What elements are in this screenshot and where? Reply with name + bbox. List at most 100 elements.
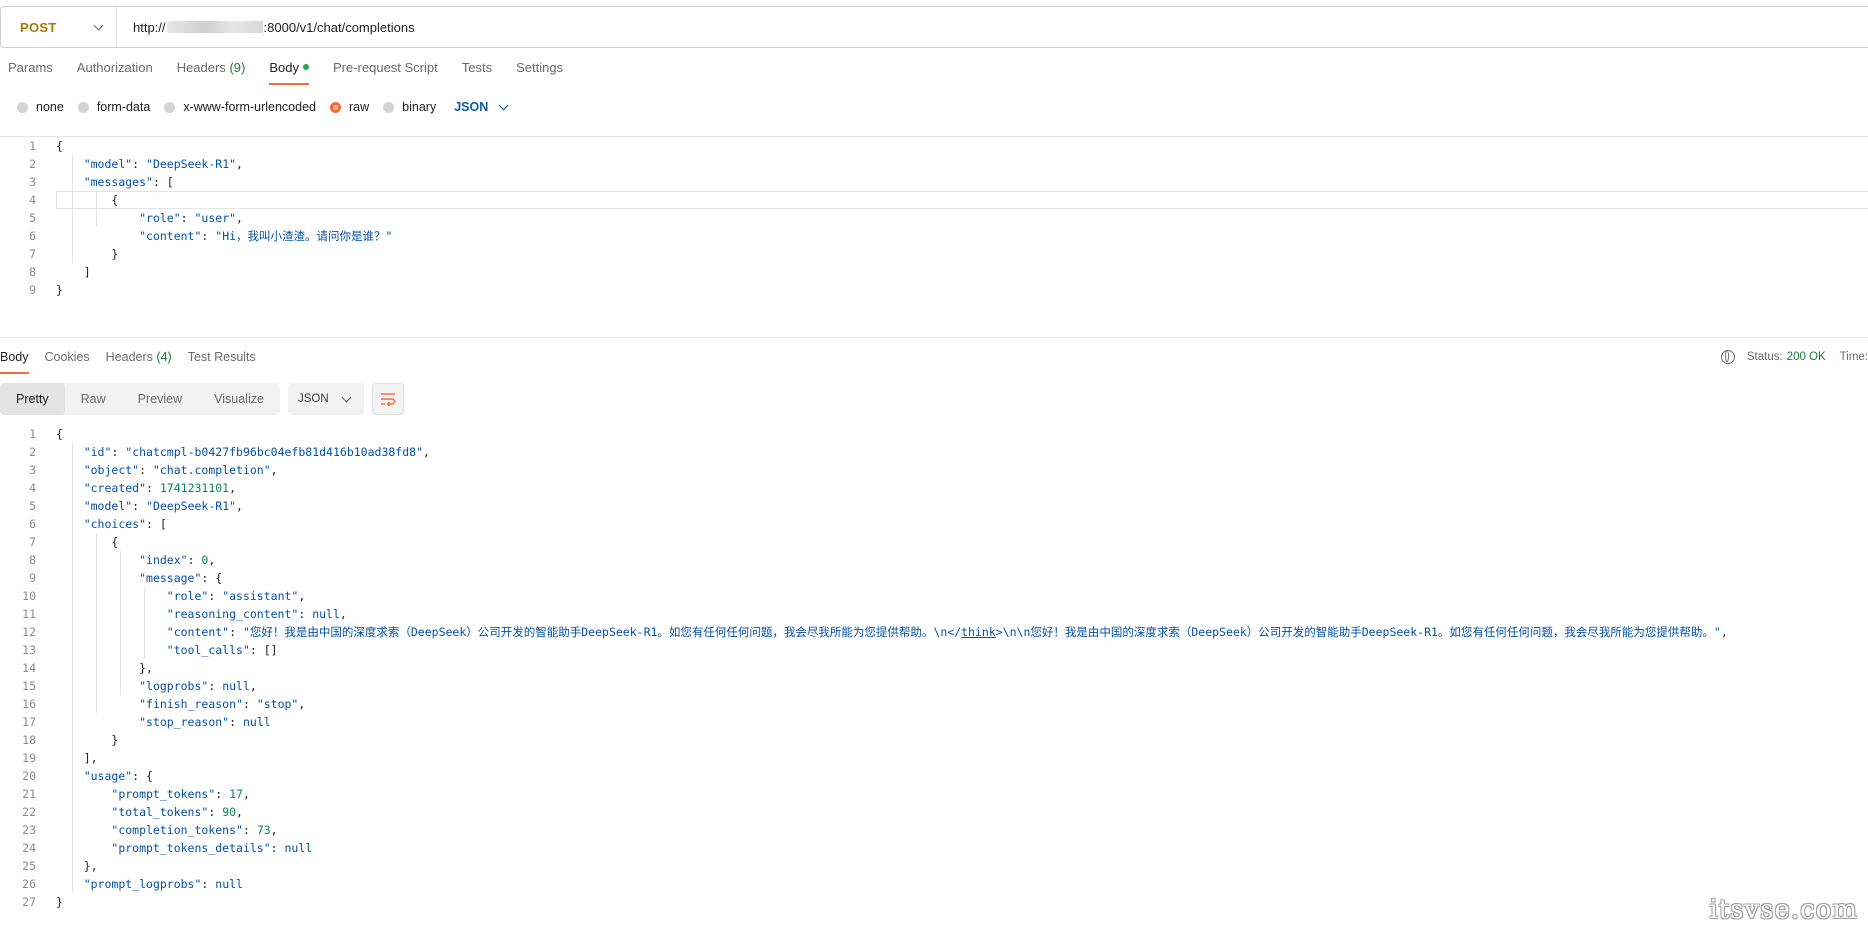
line-number: 6: [29, 229, 36, 243]
line-number: 2: [29, 445, 36, 459]
radio-label: binary: [402, 100, 437, 114]
response-format-select[interactable]: JSON: [287, 383, 364, 415]
body-type-selector: none form-data x-www-form-urlencoded raw…: [17, 100, 509, 114]
wrap-lines-icon: [380, 393, 396, 406]
tab-label: Body: [269, 60, 299, 75]
tab-label: Headers: [176, 60, 226, 75]
globe-icon[interactable]: [1720, 350, 1735, 364]
tab-tests[interactable]: Tests: [462, 60, 492, 85]
line-number: 9: [29, 571, 36, 585]
tab-cookies[interactable]: Cookies: [45, 350, 90, 374]
view-pretty[interactable]: Pretty: [0, 383, 65, 415]
tab-settings[interactable]: Settings: [516, 60, 563, 85]
tab-label: Pre-request Script: [332, 60, 438, 75]
line-number: 24: [22, 841, 36, 855]
line-number: 25: [22, 859, 36, 873]
response-body-viewer[interactable]: 1 { 2 "id": "chatcmpl-b0427fb96bc04efb81d…: [0, 425, 1868, 915]
request-body-editor[interactable]: 1 { 2 "model": "DeepSeek-R1", 3 "messages…: [0, 136, 1868, 338]
wrap-lines-button[interactable]: [371, 383, 404, 415]
line-number: 23: [22, 823, 36, 837]
radio-circle-icon: [77, 101, 89, 113]
modified-dot-icon: [302, 64, 309, 70]
headers-count: (9): [229, 60, 246, 75]
radio-x-www-form-urlencoded[interactable]: x-www-form-urlencoded: [164, 100, 316, 114]
line-number: 6: [29, 517, 36, 531]
code-line: "message": {: [139, 571, 223, 585]
tab-label: Tests: [461, 60, 493, 75]
radio-form-data[interactable]: form-data: [77, 100, 150, 114]
tab-label: Settings: [516, 60, 564, 75]
code-line: },: [56, 859, 98, 873]
code-line: "created": 1741231101,: [83, 481, 237, 495]
tab-test-results[interactable]: Test Results: [188, 350, 256, 374]
method-select[interactable]: POST: [1, 7, 117, 47]
code-line: "choices": [: [83, 517, 167, 531]
chevron-down-icon: [341, 392, 352, 402]
code-line: "content": "您好！我是由中国的深度求索（DeepSeek）公司开发的…: [166, 625, 1728, 639]
line-number: 8: [29, 553, 36, 567]
view-raw[interactable]: Raw: [65, 383, 122, 415]
url-suffix: :8000/v1/chat/completions: [263, 19, 415, 35]
code-line: {: [56, 427, 63, 441]
code-line: "finish_reason": "stop",: [139, 697, 306, 711]
code-line: "usage": {: [83, 769, 153, 783]
radio-label: x-www-form-urlencoded: [183, 100, 316, 114]
line-number: 3: [29, 175, 36, 189]
radio-label: raw: [349, 100, 370, 114]
radio-selected-icon: [330, 101, 341, 113]
tab-label: Body: [0, 350, 29, 364]
tab-response-body[interactable]: Body: [0, 350, 29, 374]
tab-response-headers[interactable]: Headers (4): [106, 350, 172, 374]
tab-headers[interactable]: Headers (9): [177, 60, 246, 85]
line-number: 3: [29, 463, 36, 477]
line-number: 1: [29, 427, 36, 441]
code-line: },: [56, 661, 153, 675]
line-number: 20: [22, 769, 36, 783]
line-number: 19: [22, 751, 36, 765]
code-line: "logprobs": null,: [139, 679, 257, 693]
radio-binary[interactable]: binary: [383, 100, 436, 114]
tab-pre-request-script[interactable]: Pre-request Script: [333, 60, 438, 85]
tab-body[interactable]: Body: [269, 60, 309, 85]
code-line: "content": "Hi，我叫小渣渣。请问你是谁？": [139, 229, 393, 243]
code-line: "reasoning_content": null,: [166, 607, 347, 621]
line-number: 5: [29, 211, 36, 225]
line-number: 4: [29, 481, 36, 495]
line-number: 21: [22, 787, 36, 801]
request-tabs: Params Authorization Headers (9) Body Pr…: [8, 60, 587, 85]
line-number: 2: [29, 157, 36, 171]
body-format-label: JSON: [454, 100, 489, 114]
chevron-down-icon: [498, 100, 509, 110]
radio-raw[interactable]: raw: [330, 100, 369, 114]
view-visualize[interactable]: Visualize: [198, 383, 280, 415]
line-number: 15: [22, 679, 36, 693]
code-line: "tool_calls": []: [166, 643, 278, 657]
radio-label: none: [36, 100, 64, 114]
view-mode-segmented: Pretty Raw Preview Visualize: [0, 383, 280, 415]
line-number: 14: [22, 661, 36, 675]
code-line: "role": "assistant",: [166, 589, 306, 603]
line-number: 26: [22, 877, 36, 891]
body-format-select[interactable]: JSON: [454, 100, 509, 114]
code-line: "completion_tokens": 73,: [111, 823, 278, 837]
line-number: 22: [22, 805, 36, 819]
format-label: JSON: [297, 393, 329, 405]
tab-authorization[interactable]: Authorization: [77, 60, 153, 85]
code-line: "stop_reason": null: [139, 715, 271, 729]
code-line: "id": "chatcmpl-b0427fb96bc04efb81d416b1…: [83, 445, 430, 459]
line-number: 12: [22, 625, 36, 639]
code-line: {: [56, 535, 119, 549]
code-line: }: [56, 895, 63, 909]
code-line: "index": 0,: [139, 553, 216, 567]
line-number: 7: [29, 535, 36, 549]
url-input[interactable]: http:// :8000/v1/chat/completions: [117, 20, 415, 35]
request-url-bar: POST http:// :8000/v1/chat/completions: [0, 6, 1868, 48]
time-label: Time:: [1839, 351, 1868, 363]
url-prefix: http://: [133, 19, 166, 35]
code-line: "object": "chat.completion",: [83, 463, 278, 477]
view-preview[interactable]: Preview: [122, 383, 198, 415]
line-number: 18: [22, 733, 36, 747]
tab-params[interactable]: Params: [8, 60, 53, 85]
line-number: 17: [22, 715, 36, 729]
radio-none[interactable]: none: [17, 100, 64, 114]
